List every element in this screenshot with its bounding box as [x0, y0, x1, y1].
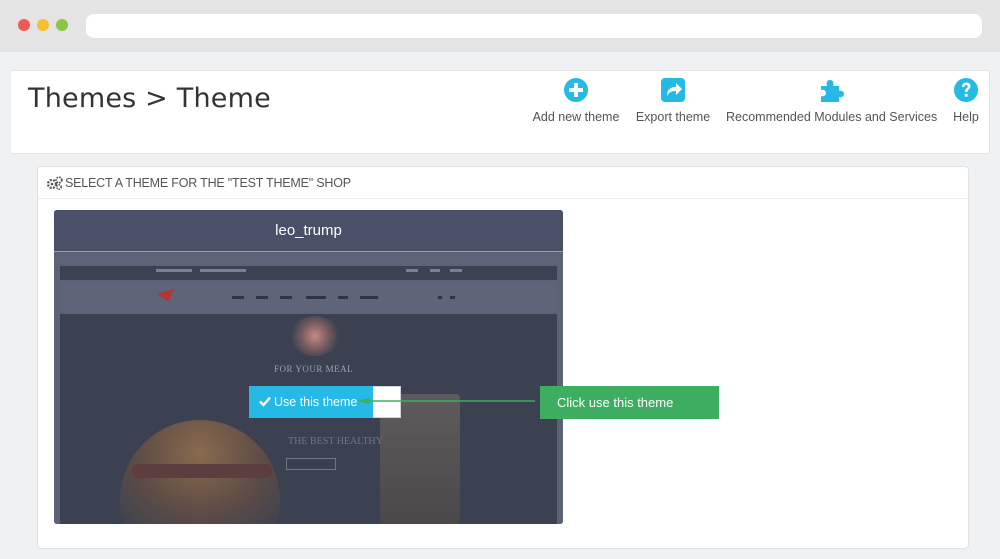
gears-icon [47, 176, 63, 190]
panel-heading: SELECT A THEME FOR THE "TEST THEME" SHOP [38, 167, 968, 199]
callout-arrow [357, 398, 535, 404]
page-content: Themes > Theme Add new theme Export them… [0, 52, 1000, 559]
page-header: Themes > Theme Add new theme Export them… [11, 70, 990, 154]
preview-hero: FOR YOUR MEAL THE BEST HEALTHY [60, 314, 557, 524]
add-new-theme-button[interactable]: Add new theme [532, 77, 620, 124]
recommended-modules-label: Recommended Modules and Services [726, 110, 938, 124]
help-button[interactable]: Help [951, 77, 981, 124]
window-close-button[interactable] [18, 19, 30, 31]
share-arrow-icon [661, 78, 685, 102]
question-circle-icon [954, 78, 978, 102]
address-bar[interactable] [86, 14, 982, 38]
export-theme-label: Export theme [635, 110, 711, 124]
theme-name: leo_trump [54, 210, 563, 251]
panel-heading-text: SELECT A THEME FOR THE "TEST THEME" SHOP [65, 176, 351, 190]
window-maximize-button[interactable] [56, 19, 68, 31]
recommended-modules-button[interactable]: Recommended Modules and Services [726, 77, 938, 124]
browser-chrome [0, 0, 1000, 52]
export-theme-button[interactable]: Export theme [635, 77, 711, 124]
check-icon [259, 396, 271, 407]
add-new-theme-label: Add new theme [532, 110, 620, 124]
use-this-theme-label: Use this theme [274, 395, 358, 409]
window-minimize-button[interactable] [37, 19, 49, 31]
annotation-callout: Click use this theme [540, 386, 719, 419]
preview-nav [60, 282, 557, 312]
preview-text: FOR YOUR MEAL [274, 364, 354, 374]
preview-text-secondary: THE BEST HEALTHY [288, 436, 383, 447]
page-title: Themes > Theme [28, 83, 271, 114]
preview-logo [156, 288, 178, 305]
plus-circle-icon [564, 78, 588, 102]
puzzle-icon [821, 80, 844, 102]
preview-topbar [60, 266, 557, 280]
theme-selection-panel: SELECT A THEME FOR THE "TEST THEME" SHOP… [37, 166, 969, 549]
help-label: Help [953, 110, 979, 124]
theme-card[interactable]: leo_trump FOR YOUR MEAL THE BEST HEALTHY… [54, 210, 563, 524]
